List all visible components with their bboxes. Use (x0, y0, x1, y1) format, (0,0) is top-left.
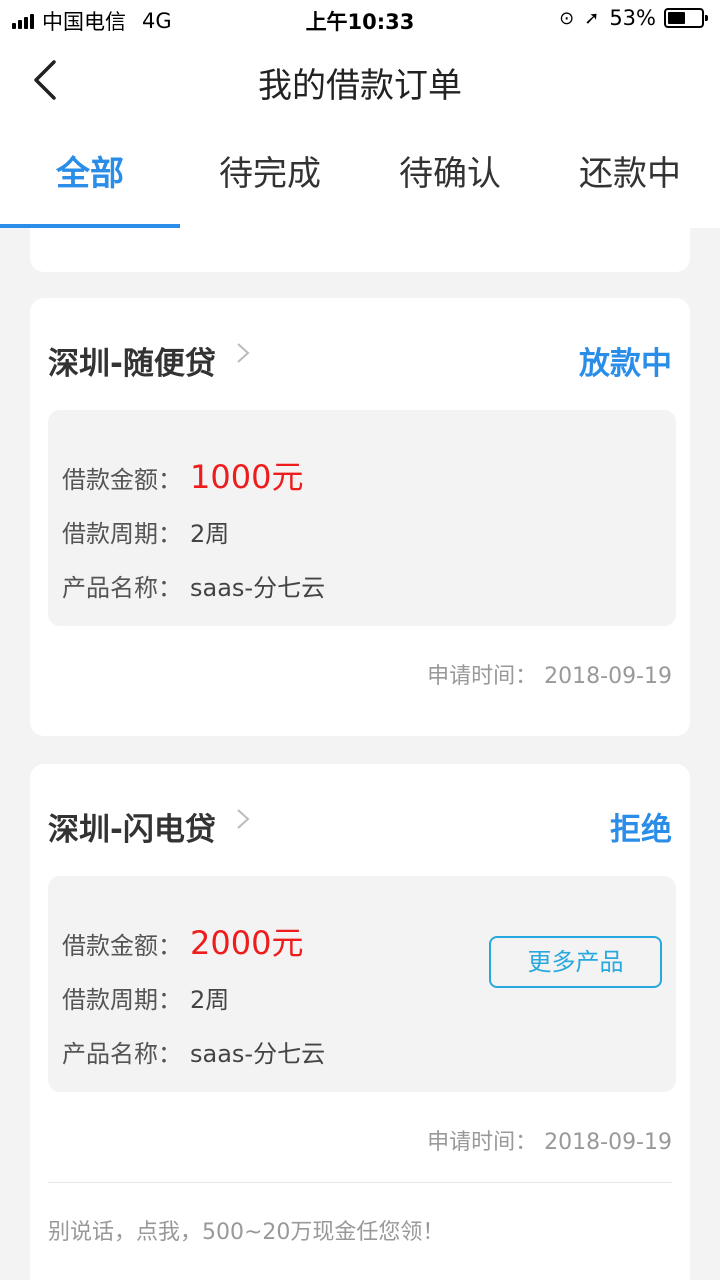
order-card-header: 深圳-闪电贷 拒绝 (48, 804, 672, 848)
rotation-lock-icon: ⊙ (559, 7, 575, 29)
period-row: 借款周期： 2周 (62, 980, 229, 1015)
divider (48, 1182, 672, 1183)
amount-label: 借款金额： (62, 466, 182, 494)
page-title: 我的借款订单 (258, 66, 462, 106)
period-row: 借款周期： 2周 (62, 514, 229, 549)
order-details: 借款金额： 1000元 借款周期： 2周 产品名称： saas-分七云 (48, 410, 676, 626)
location-arrow-icon: ➚ (584, 7, 600, 29)
amount-row: 借款金额： 2000元 (62, 918, 303, 964)
apply-time: 申请时间： 2018-09-19 (427, 658, 672, 690)
order-status: 放款中 (579, 346, 672, 382)
status-right: ⊙ ➚ 53% (559, 6, 708, 30)
period-value: 2周 (190, 986, 230, 1014)
apply-time: 申请时间： 2018-09-19 (427, 1124, 672, 1156)
more-products-button[interactable]: 更多产品 (489, 936, 662, 988)
period-value: 2周 (190, 520, 230, 548)
promo-link[interactable]: 别说话，点我，500~20万现金任您领！ (48, 1214, 444, 1246)
product-value: saas-分七云 (190, 1040, 326, 1068)
amount-row: 借款金额： 1000元 (62, 452, 303, 498)
tab-pending-confirm[interactable]: 待确认 (360, 128, 540, 228)
product-name-link[interactable]: 深圳-闪电贷 (48, 804, 216, 849)
chevron-right-icon[interactable] (232, 808, 254, 830)
amount-label: 借款金额： (62, 932, 182, 960)
tab-bar: 全部 待完成 待确认 还款中 (0, 128, 720, 228)
apply-time-value: 2018-09-19 (544, 1130, 672, 1155)
nav-bar: 我的借款订单 (0, 40, 720, 128)
tab-all[interactable]: 全部 (0, 128, 180, 228)
product-name-link[interactable]: 深圳-随便贷 (48, 338, 216, 383)
tab-repaying[interactable]: 还款中 (540, 128, 720, 228)
amount-value: 2000元 (190, 924, 304, 962)
amount-value: 1000元 (190, 458, 304, 496)
order-details: 借款金额： 2000元 借款周期： 2周 产品名称： saas-分七云 更多产品 (48, 876, 676, 1092)
order-status: 拒绝 (610, 812, 672, 848)
period-label: 借款周期： (62, 520, 182, 548)
battery-percent: 53% (609, 6, 656, 30)
apply-time-label: 申请时间： (427, 664, 538, 689)
status-bar: 中国电信 4G 上午10:33 ⊙ ➚ 53% (0, 0, 720, 40)
order-card-header: 深圳-随便贷 放款中 (48, 338, 672, 382)
chevron-right-icon[interactable] (232, 342, 254, 364)
product-value: saas-分七云 (190, 574, 326, 602)
order-card-partial (30, 228, 690, 272)
product-row: 产品名称： saas-分七云 (62, 568, 325, 603)
apply-time-label: 申请时间： (427, 1130, 538, 1155)
apply-time-value: 2018-09-19 (544, 664, 672, 689)
battery-icon (664, 8, 708, 28)
battery-fill (668, 12, 685, 24)
period-label: 借款周期： (62, 986, 182, 1014)
product-label: 产品名称： (62, 1040, 182, 1068)
product-label: 产品名称： (62, 574, 182, 602)
order-card: 深圳-闪电贷 拒绝 借款金额： 2000元 借款周期： 2周 产品名称： saas-分… (30, 764, 690, 1280)
tab-pending-complete[interactable]: 待完成 (180, 128, 360, 228)
order-list[interactable]: 深圳-随便贷 放款中 借款金额： 1000元 借款周期： 2周 产品名称： saas-… (0, 228, 720, 1280)
product-row: 产品名称： saas-分七云 (62, 1034, 325, 1069)
order-card: 深圳-随便贷 放款中 借款金额： 1000元 借款周期： 2周 产品名称： saas-… (30, 298, 690, 736)
